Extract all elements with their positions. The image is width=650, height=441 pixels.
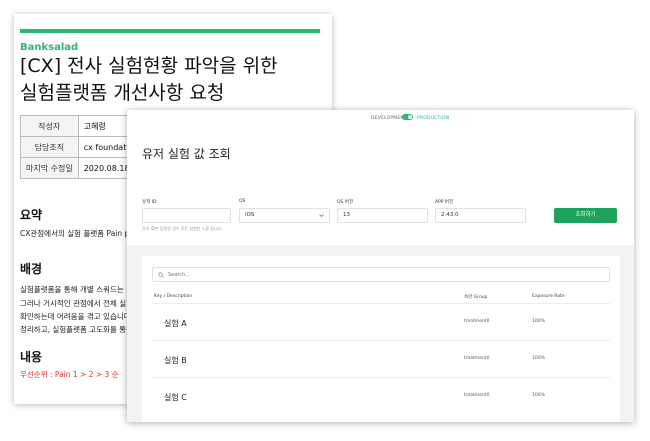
- experiment-group: treatment0: [464, 319, 490, 324]
- column-header-exposure: Exposure Rate: [532, 294, 565, 299]
- experiment-group: treatment0: [464, 356, 490, 361]
- chevron-down-icon: [319, 214, 324, 217]
- experiment-lookup-app: DEVELOPMENT PRODUCTION 유저 실험 값 조회 유저 ID …: [127, 110, 634, 422]
- priority-text: 우선순위 : Pain 1 > 2 > 3 순: [20, 370, 119, 379]
- experiment-name: 실험 A: [164, 319, 187, 328]
- experiment-name: 실험 C: [164, 393, 187, 402]
- content-heading: 내용: [20, 350, 43, 364]
- background-line: 확인하는데 어려움을 겪고 있습니다. 이: [20, 312, 143, 321]
- search-box[interactable]: [152, 267, 610, 282]
- meta-row: 담당조직 cx foundation: [20, 136, 145, 158]
- table-row[interactable]: 실험 A treatment0 100%: [152, 303, 610, 340]
- env-production-label[interactable]: PRODUCTION: [417, 116, 449, 121]
- document-title-line1: [CX] 전사 실험현황 파악을 위한: [20, 55, 278, 77]
- meta-key: 마지막 수정일: [20, 157, 79, 179]
- column-header-group: 속한 Group: [464, 295, 488, 300]
- app-version-input[interactable]: 2.43.0: [435, 208, 526, 223]
- screenshot-stage: Banksalad [CX] 전사 실험현황 파악을 위한 실험플랫폼 개선사항…: [0, 0, 650, 441]
- user-id-input[interactable]: [142, 208, 231, 223]
- search-icon: [158, 271, 164, 278]
- background-line: 그러나 거시적인 관점에서 전체 실험 현: [20, 299, 143, 308]
- user-id-label: 유저 ID: [142, 200, 157, 205]
- exposure-rate: 100%: [532, 393, 545, 398]
- column-header-key: Key / Description: [154, 294, 193, 299]
- background-heading: 배경: [20, 262, 43, 276]
- experiment-name: 실험 B: [164, 356, 187, 365]
- result-area: Key / Description 속한 Group Exposure Rate…: [127, 245, 634, 422]
- environment-switcher: DEVELOPMENT PRODUCTION: [127, 114, 634, 124]
- os-version-input[interactable]: 13: [337, 208, 428, 223]
- app-version-label: APP 버전: [435, 200, 454, 205]
- meta-key: 작성자: [20, 115, 79, 137]
- meta-key: 담당조직: [20, 136, 79, 158]
- document-meta-table: 작성자 고혜령 담당조직 cx foundation 마지막 수정일 2020.…: [20, 115, 145, 179]
- summary-heading: 요약: [20, 208, 43, 222]
- document-title-line2: 실험플랫폼 개선사항 요청: [20, 82, 225, 104]
- exposure-rate: 100%: [532, 356, 545, 361]
- toggle-knob: [408, 115, 412, 119]
- meta-row: 마지막 수정일 2020.08.18: [20, 157, 145, 179]
- table-row[interactable]: 실험 C treatment0 100%: [152, 377, 610, 414]
- summary-text: CX관점에서의 실험 플랫폼 Pain poi: [20, 229, 136, 238]
- document-top-bar: [20, 29, 320, 33]
- os-select[interactable]: iOS: [239, 208, 330, 223]
- os-label: OS: [239, 199, 246, 204]
- background-line: 실험플랫폼을 통해 개별 스쿼드는 보다: [20, 285, 140, 294]
- result-card: Key / Description 속한 Group Exposure Rate…: [142, 256, 620, 422]
- os-version-label: OS 버전: [337, 200, 354, 205]
- page-title: 유저 실험 값 조회: [142, 147, 231, 161]
- meta-row: 작성자 고혜령: [20, 115, 145, 137]
- document-brand: Banksalad: [20, 42, 79, 53]
- search-input[interactable]: [168, 271, 568, 278]
- exposure-rate: 100%: [532, 319, 545, 324]
- table-row[interactable]: 실험 B treatment0 100%: [152, 340, 610, 377]
- env-toggle-switch[interactable]: [402, 114, 413, 120]
- experiment-group: treatment0: [464, 393, 490, 398]
- background-line: 정리하고, 실험플랫폼 고도화를 통해 해: [20, 325, 143, 334]
- os-select-value: iOS: [245, 212, 255, 218]
- document-title: [CX] 전사 실험현황 파악을 위한 실험플랫폼 개선사항 요청: [20, 53, 278, 107]
- submit-lookup-button[interactable]: 조회하기: [554, 208, 617, 223]
- user-id-hint: 유저 ID만 입력한 경우 모든 실험만 노출 됩니다.: [142, 226, 223, 231]
